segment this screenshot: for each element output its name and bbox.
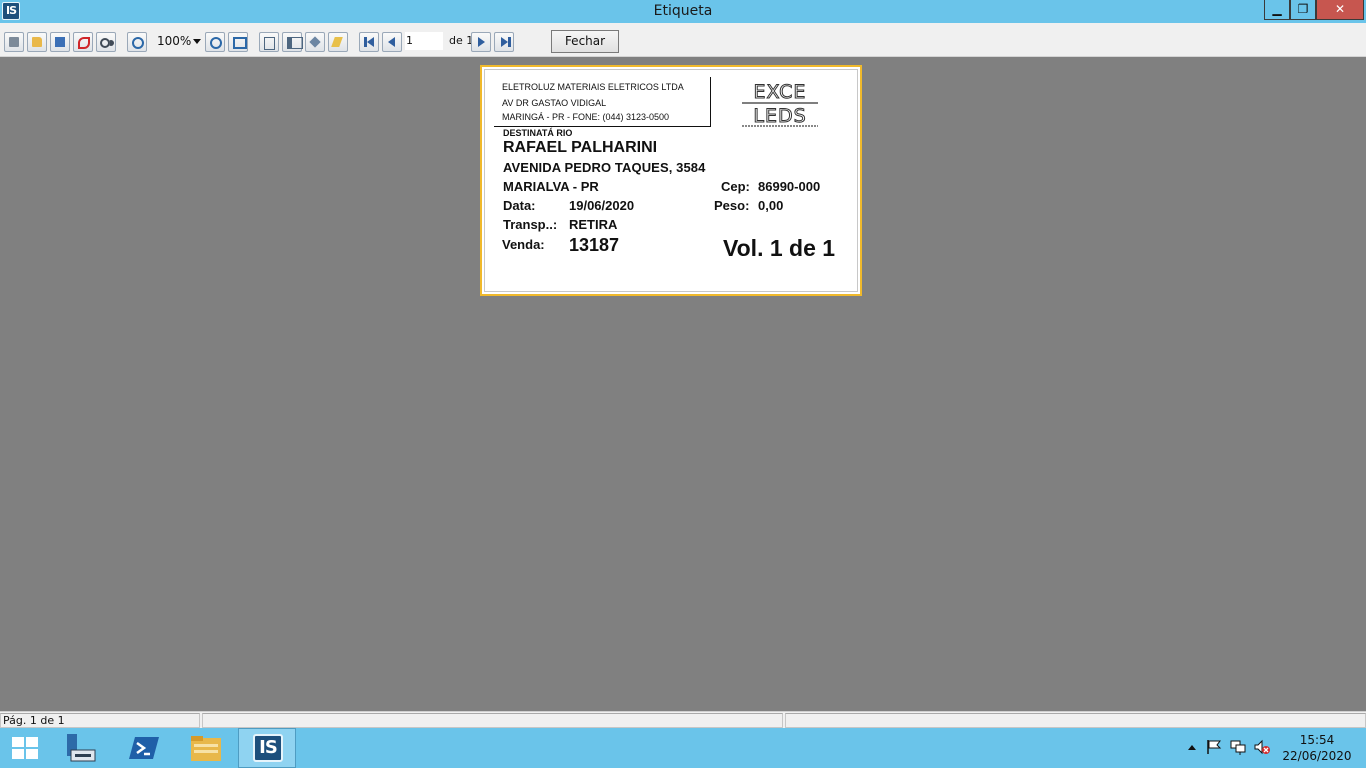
recipient-city: MARIALVA - PR [503, 179, 599, 194]
shipping-label: ELETROLUZ MATERIAIS ELETRICOS LTDA AV DR… [480, 65, 862, 296]
network-icon[interactable] [1230, 739, 1246, 755]
volume-muted-icon[interactable] [1254, 739, 1270, 755]
sender-company: ELETROLUZ MATERIAIS ELETRICOS LTDA [502, 82, 684, 92]
clock-time: 15:54 [1299, 733, 1335, 747]
date-label: Data: [503, 198, 536, 213]
carrier-label: Transp..: [503, 217, 558, 232]
volume-count: Vol. 1 de 1 [723, 235, 836, 261]
zoom-value: 100% [157, 34, 192, 48]
sale-label: Venda: [502, 237, 545, 252]
sale-value: 13187 [569, 235, 620, 255]
page-total-label: de 1 [449, 34, 474, 47]
taskbar-active-app[interactable]: IS [238, 728, 296, 768]
system-clock[interactable]: 15:54 22/06/2020 [1282, 732, 1352, 764]
logo-bottom-text: LEDS [753, 105, 806, 127]
taskbar-powershell[interactable] [114, 728, 172, 768]
zoom-select[interactable]: 100% [153, 31, 203, 51]
find-icon[interactable] [96, 32, 116, 52]
is-app-icon: IS [253, 734, 283, 762]
window-title: Etiqueta [653, 3, 713, 19]
next-page-icon[interactable] [471, 32, 491, 52]
pdf-icon[interactable] [73, 32, 93, 52]
title-bar: IS Etiqueta ▁ ❐ ✕ [0, 0, 1366, 23]
single-page-icon[interactable] [259, 32, 279, 52]
save-icon[interactable] [50, 32, 70, 52]
windows-logo-icon [12, 737, 38, 759]
open-icon[interactable] [27, 32, 47, 52]
print-icon[interactable] [4, 32, 24, 52]
prev-page-icon[interactable] [382, 32, 402, 52]
company-logo: EXCE LEDS [742, 81, 818, 128]
zoom-out-icon[interactable] [205, 32, 225, 52]
status-bar: Pág. 1 de 1 [0, 711, 1366, 728]
restore-button[interactable]: ❐ [1290, 0, 1316, 20]
status-pane-middle [202, 713, 783, 728]
first-page-icon[interactable] [359, 32, 379, 52]
date-value: 19/06/2020 [569, 198, 635, 213]
carrier-value: RETIRA [569, 217, 618, 232]
sender-city-phone: MARINGÁ - PR - FONE: (044) 3123-0500 [502, 112, 670, 122]
recipient-name: RAFAEL PALHARINI [503, 139, 658, 156]
taskbar-server-manager[interactable] [52, 728, 110, 768]
cep-label: Cep: [721, 179, 750, 194]
flag-icon[interactable] [1206, 739, 1222, 755]
taskbar: IS 15:54 22/06/2020 [0, 728, 1366, 768]
clock-date: 22/06/2020 [1282, 749, 1352, 763]
cep-value: 86990-000 [758, 179, 821, 194]
status-page-info: Pág. 1 de 1 [0, 713, 200, 728]
sender-address: AV DR GASTAO VIDIGAL [502, 98, 607, 108]
logo-top-text: EXCE [754, 81, 807, 103]
taskbar-file-explorer[interactable] [176, 728, 234, 768]
close-button[interactable]: Fechar [551, 30, 619, 53]
server-manager-icon [67, 734, 96, 762]
chevron-down-icon [193, 39, 201, 44]
edit-icon[interactable] [328, 32, 348, 52]
recipient-address: AVENIDA PEDRO TAQUES, 3584 [503, 160, 706, 175]
minimize-button[interactable]: ▁ [1264, 0, 1290, 20]
fit-page-icon[interactable] [228, 32, 248, 52]
close-window-button[interactable]: ✕ [1316, 0, 1364, 20]
page-setup-icon[interactable] [305, 32, 325, 52]
last-page-icon[interactable] [494, 32, 514, 52]
two-pages-icon[interactable] [282, 32, 303, 52]
folder-icon [191, 736, 221, 761]
zoom-in-icon[interactable] [127, 32, 147, 52]
powershell-icon [129, 737, 159, 759]
status-pane-right [785, 713, 1366, 728]
recipient-title: DESTINATÁ RIO [503, 128, 573, 138]
start-button[interactable] [0, 728, 58, 768]
weight-value: 0,00 [758, 198, 784, 213]
show-hidden-icons-icon[interactable] [1184, 739, 1200, 755]
weight-label: Peso: [714, 198, 750, 213]
page-number-input[interactable] [405, 32, 443, 50]
